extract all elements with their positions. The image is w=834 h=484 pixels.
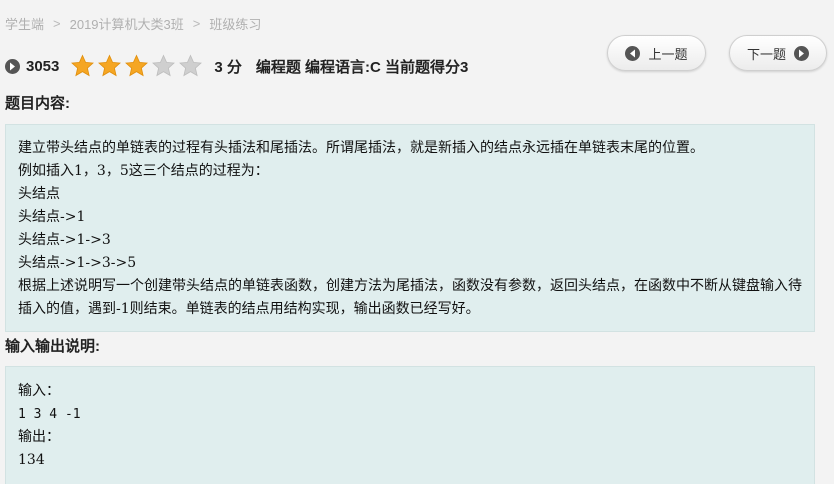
io-section-title: 输入输出说明: [5, 338, 100, 355]
chevron-right-icon [5, 58, 20, 74]
content-line: 头结点->1->3->5 [18, 255, 137, 271]
content-line: 根据上述说明写一个创建带头结点的单链表函数，创建方法为尾插法，函数没有参数，返回… [18, 278, 802, 317]
prev-question-button[interactable]: 上一题 [607, 35, 706, 71]
question-header: 3053 3 分 编程题 编程语言:C 当前题得分3 [5, 54, 469, 78]
question-meta: 编程题 编程语言:C 当前题得分3 [255, 58, 469, 76]
star-filled-icon [98, 54, 122, 77]
content-section-title: 题目内容: [5, 95, 70, 112]
content-line: 例如插入1，3，5这三个结点的过程为： [18, 163, 269, 179]
content-line: 头结点->1 [18, 209, 86, 225]
breadcrumb-student[interactable]: 学生端 [5, 14, 44, 33]
breadcrumb-separator: > [53, 16, 61, 31]
question-score: 3 分 [214, 58, 242, 76]
input-value: 1 3 4 -1 [18, 407, 81, 422]
next-question-button[interactable]: 下一题 [729, 35, 827, 71]
output-value: 134 [18, 452, 45, 468]
input-label: 输入： [18, 383, 60, 399]
breadcrumb-class[interactable]: 2019计算机大类3班 [70, 14, 184, 33]
difficulty-stars [69, 54, 204, 78]
chevron-left-icon [625, 45, 641, 61]
star-empty-icon [152, 54, 176, 77]
content-line: 建立带头结点的单链表的过程有头插法和尾插法。所谓尾插法，就是新插入的结点永远插在… [18, 140, 704, 156]
question-content: 建立带头结点的单链表的过程有头插法和尾插法。所谓尾插法，就是新插入的结点永远插在… [5, 124, 815, 332]
content-line: 头结点 [18, 186, 60, 202]
chevron-right-icon [794, 45, 809, 61]
question-id: 3053 [26, 57, 60, 75]
breadcrumb-practice[interactable]: 班级练习 [209, 14, 261, 33]
next-question-label: 下一题 [746, 46, 786, 62]
prev-question-label: 上一题 [648, 46, 688, 62]
io-description: 输入： 1 3 4 -1 输出： 134 [5, 366, 815, 484]
breadcrumb-separator: > [192, 16, 201, 31]
star-filled-icon [71, 54, 95, 77]
breadcrumb: 学生端 > 2019计算机大类3班 > 班级练习 [5, 14, 261, 33]
star-empty-icon [179, 54, 203, 77]
content-line: 头结点->1->3 [18, 232, 111, 248]
star-filled-icon [125, 54, 149, 77]
output-label: 输出： [18, 429, 60, 445]
